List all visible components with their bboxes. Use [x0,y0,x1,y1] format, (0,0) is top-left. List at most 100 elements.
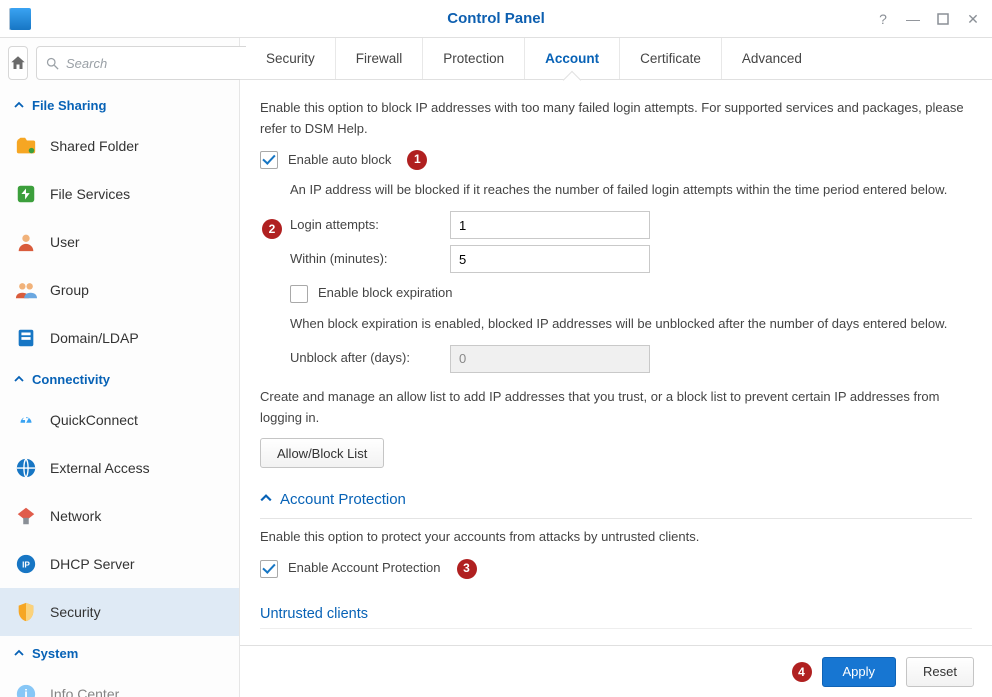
group-file-sharing[interactable]: File Sharing [0,88,239,122]
enable-block-expiration-row: Enable block expiration [290,283,972,304]
sidebar-item-label: Group [50,282,89,298]
within-minutes-label: Within (minutes): [290,249,450,270]
account-protection-header[interactable]: Account Protection [260,488,972,519]
unblock-after-input [450,345,650,373]
tab-protection[interactable]: Protection [423,38,525,79]
sidebar-item-file-services[interactable]: File Services [0,170,239,218]
sidebar-item-domain-ldap[interactable]: Domain/LDAP [0,314,239,362]
main-panel: Security Firewall Protection Account Cer… [240,38,992,697]
intro-text: Enable this option to block IP addresses… [260,98,972,140]
sidebar-item-network[interactable]: Network [0,492,239,540]
callout-4: 4 [792,662,812,682]
callout-1: 1 [407,150,427,170]
footer: 4 Apply Reset [240,645,992,697]
dhcp-icon: IP [14,552,38,576]
login-attempts-label: Login attempts: [290,215,450,236]
allow-block-desc: Create and manage an allow list to add I… [260,387,972,429]
enable-auto-block-label: Enable auto block [288,150,391,171]
svg-text:IP: IP [22,561,30,570]
shield-icon [14,600,38,624]
file-services-icon [14,182,38,206]
content-area: Enable this option to block IP addresses… [240,80,992,645]
window-controls: ? — ✕ [870,0,986,38]
group-connectivity[interactable]: Connectivity [0,362,239,396]
group-label: System [32,646,78,661]
tab-advanced[interactable]: Advanced [722,38,822,79]
enable-block-expiration-label: Enable block expiration [318,283,452,304]
group-system[interactable]: System [0,636,239,670]
section-title: Account Protection [280,488,406,512]
sidebar-nav: File Sharing Shared Folder File Services… [0,88,239,697]
block-expiration-desc: When block expiration is enabled, blocke… [290,314,972,335]
window-title: Control Panel [0,10,992,27]
auto-block-desc: An IP address will be blocked if it reac… [290,180,972,201]
chevron-up-icon [14,646,24,661]
enable-auto-block-row: Enable auto block 1 [260,150,972,171]
enable-account-protection-label: Enable Account Protection [288,558,441,579]
sidebar-item-dhcp-server[interactable]: IP DHCP Server [0,540,239,588]
reset-button[interactable]: Reset [906,657,974,687]
sidebar-item-label: DHCP Server [50,556,135,572]
tab-account[interactable]: Account [525,38,620,79]
app-icon [6,5,34,33]
untrusted-clients-title: Untrusted clients [260,603,972,629]
apply-button[interactable]: Apply [822,657,897,687]
sidebar-item-info-center[interactable]: i Info Center [0,670,239,697]
sidebar-item-label: Shared Folder [50,138,139,154]
chevron-up-icon [260,488,272,512]
sidebar-item-external-access[interactable]: External Access [0,444,239,492]
help-button[interactable]: ? [870,7,896,31]
login-attempts-input[interactable] [450,211,650,239]
enable-auto-block-checkbox[interactable] [260,151,278,169]
sidebar-item-quickconnect[interactable]: QuickConnect [0,396,239,444]
login-attempts-row: Login attempts: [290,211,972,239]
group-label: Connectivity [32,372,110,387]
domain-ldap-icon [14,326,38,350]
minimize-button[interactable]: — [900,7,926,31]
chevron-up-icon [14,98,24,113]
info-icon: i [14,682,38,697]
unblock-after-row: Unblock after (days): [290,345,972,373]
globe-icon [14,456,38,480]
titlebar: Control Panel ? — ✕ [0,0,992,38]
allow-block-list-button[interactable]: Allow/Block List [260,438,384,468]
sidebar-item-user[interactable]: User [0,218,239,266]
account-protection-desc: Enable this option to protect your accou… [260,527,972,548]
chevron-up-icon [14,372,24,387]
network-icon [14,504,38,528]
search-field[interactable] [36,46,251,80]
user-icon [14,230,38,254]
sidebar-item-label: File Services [50,186,130,202]
sidebar-item-label: Security [50,604,101,620]
tab-certificate[interactable]: Certificate [620,38,722,79]
home-button[interactable] [8,46,28,80]
callout-3: 3 [457,559,477,579]
group-icon [14,278,38,302]
tab-security[interactable]: Security [246,38,336,79]
group-label: File Sharing [32,98,106,113]
sidebar-item-group[interactable]: Group [0,266,239,314]
svg-text:i: i [24,687,28,697]
within-minutes-input[interactable] [450,245,650,273]
sidebar-item-label: External Access [50,460,150,476]
within-minutes-row: Within (minutes): [290,245,972,273]
sidebar-item-security[interactable]: Security [0,588,239,636]
sidebar: File Sharing Shared Folder File Services… [0,38,240,697]
maximize-button[interactable] [930,7,956,31]
callout-2: 2 [262,219,282,239]
tab-bar: Security Firewall Protection Account Cer… [240,38,992,80]
enable-block-expiration-checkbox[interactable] [290,285,308,303]
sidebar-item-label: Info Center [50,686,119,697]
folder-share-icon [14,134,38,158]
enable-account-protection-checkbox[interactable] [260,560,278,578]
sidebar-item-label: User [50,234,80,250]
sidebar-item-label: QuickConnect [50,412,138,428]
sidebar-item-label: Domain/LDAP [50,330,139,346]
quickconnect-icon [14,408,38,432]
search-input[interactable] [66,56,242,71]
tab-firewall[interactable]: Firewall [336,38,424,79]
unblock-after-label: Unblock after (days): [290,348,450,369]
sidebar-item-label: Network [50,508,101,524]
sidebar-item-shared-folder[interactable]: Shared Folder [0,122,239,170]
close-button[interactable]: ✕ [960,7,986,31]
